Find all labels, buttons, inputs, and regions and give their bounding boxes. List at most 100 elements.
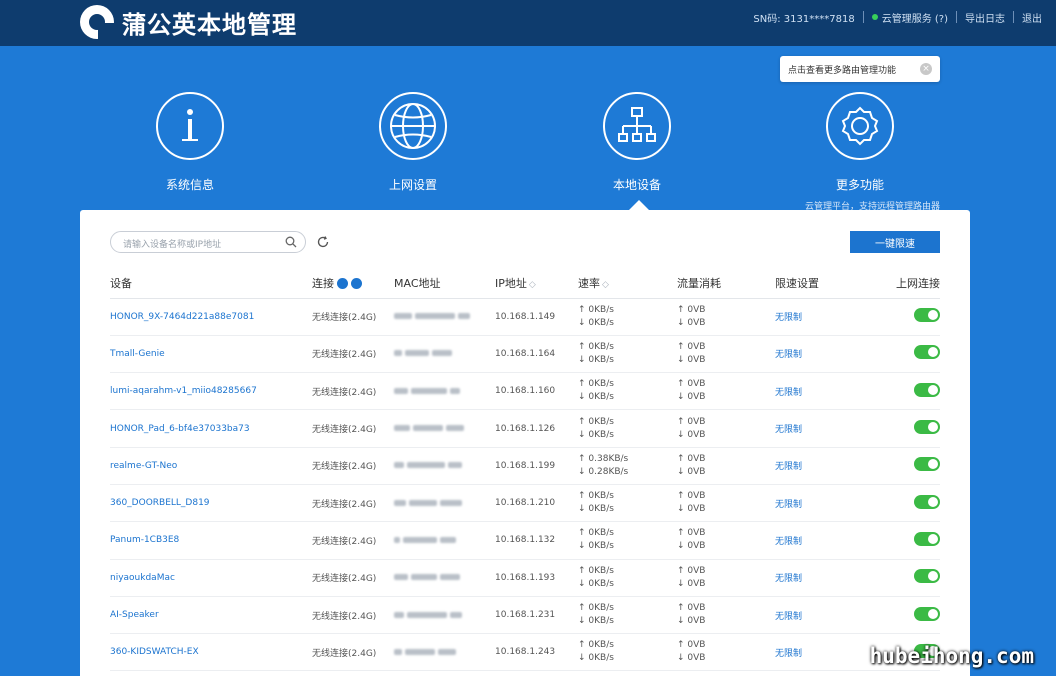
limit-setting-link[interactable]: 无限制 (775, 596, 870, 635)
internet-access-toggle[interactable] (914, 569, 940, 584)
connection-type: 无线连接(2.4G) (312, 409, 394, 448)
device-name-link[interactable]: realme-GT-Neo (110, 447, 312, 485)
traffic-down-value: 0VB (687, 392, 706, 403)
export-log-link[interactable]: 导出日志 (965, 10, 1005, 25)
upload-rate-value: 0KB/s (588, 528, 614, 539)
logout-link[interactable]: 退出 (1022, 10, 1042, 25)
device-name-link[interactable]: Panum-1CB3E8 (110, 521, 312, 560)
limit-setting-link[interactable]: 无限制 (775, 298, 870, 336)
limit-setting-link[interactable]: 无限制 (775, 484, 870, 523)
search-input[interactable] (123, 235, 287, 255)
limit-setting-link[interactable]: 无限制 (775, 409, 870, 448)
limit-setting-link[interactable]: 无限制 (775, 335, 870, 374)
mac-address-masked (394, 409, 495, 448)
device-name-link[interactable]: lumi-aqarahm-v1_miio48285667 (110, 372, 312, 411)
rate-cell: ↑ 0KB/s ↓ 0KB/s (578, 372, 677, 411)
search-box (110, 231, 306, 255)
col-traffic: 流量消耗 (677, 268, 775, 299)
nav-more-features[interactable]: 更多功能 云管理平台，支持远程管理路由器 (805, 92, 940, 212)
batch-limit-button[interactable]: 一键限速 (850, 231, 940, 253)
internet-access-toggle[interactable] (914, 345, 940, 360)
limit-setting-link[interactable]: 无限制 (775, 559, 870, 597)
device-name-link[interactable]: HONOR_9X-7464d221a88e7081 (110, 298, 312, 336)
online-toggle-cell (870, 372, 940, 411)
limit-setting-link[interactable]: 无限制 (775, 633, 870, 672)
nav-local-devices[interactable]: 本地设备 (582, 92, 692, 193)
search-icon[interactable] (285, 236, 297, 248)
traffic-down-value: 0VB (687, 429, 706, 440)
sort-icon[interactable]: ◇ (529, 280, 536, 290)
download-rate-value: 0KB/s (588, 616, 614, 627)
tooltip-text: 点击查看更多路由管理功能 (788, 65, 897, 76)
traffic-cell: ↑ 0VB ↓ 0VB (677, 484, 775, 523)
upload-rate: ↑ 0KB/s (578, 528, 614, 539)
traffic-up-value: 0VB (687, 453, 706, 464)
rate-cell: ↑ 0KB/s ↓ 0KB/s (578, 335, 677, 374)
nav-internet-settings[interactable]: 上网设置 (358, 92, 468, 193)
ip-address: 10.168.1.210 (495, 484, 578, 523)
wifi-filter-icon[interactable] (337, 278, 348, 290)
limit-setting-link[interactable]: 无限制 (775, 521, 870, 560)
table-row: AI-Speaker 无线连接(2.4G) 10.168.1.231 ↑ 0KB/s ↓… (110, 596, 940, 635)
internet-access-toggle[interactable] (914, 531, 940, 546)
nav-system-info[interactable]: 系统信息 (135, 92, 245, 193)
close-icon[interactable]: × (920, 63, 932, 75)
device-name-link[interactable]: HONOR_Pad_6-bf4e37033ba73 (110, 409, 312, 448)
connection-type: 无线连接(2.4G) (312, 596, 394, 635)
internet-access-toggle[interactable] (914, 308, 940, 323)
device-name-link[interactable]: 360_DOORBELL_D819 (110, 484, 312, 523)
upload-rate-value: 0KB/s (588, 603, 614, 614)
upload-rate: ↑ 0KB/s (578, 640, 614, 651)
internet-access-toggle[interactable] (914, 494, 940, 509)
device-name-link[interactable]: AI-Speaker (110, 596, 312, 635)
internet-access-toggle[interactable] (914, 420, 940, 435)
traffic-down-value: 0VB (687, 541, 706, 552)
traffic-down-value: 0VB (687, 466, 706, 477)
internet-access-toggle[interactable] (914, 606, 940, 621)
traffic-up-value: 0VB (687, 304, 706, 315)
col-rate[interactable]: 速率 ◇ (578, 268, 677, 299)
internet-access-toggle[interactable] (914, 457, 940, 472)
traffic-down: ↓ 0VB (677, 653, 706, 664)
traffic-up: ↑ 0VB (677, 491, 706, 502)
rate-cell: ↑ 0KB/s ↓ 0KB/s (578, 484, 677, 523)
col-ip[interactable]: IP地址 ◇ (495, 268, 578, 299)
traffic-up-value: 0VB (687, 341, 706, 352)
rate-cell: ↑ 0KB/s ↓ 0KB/s (578, 298, 677, 336)
ip-address: 10.168.1.199 (495, 447, 578, 485)
upload-rate-value: 0KB/s (588, 491, 614, 502)
rate-cell: ↑ 0KB/s ↓ 0KB/s (578, 596, 677, 635)
network-tree-icon (603, 92, 671, 160)
limit-setting-link[interactable]: 无限制 (775, 372, 870, 411)
download-rate: ↓ 0KB/s (578, 578, 614, 589)
table-header-row: 设备 连接 MAC地址 IP地址 ◇ 速率 ◇ 流量消耗 限速设置 上网连接 (110, 268, 940, 299)
traffic-cell: ↑ 0VB ↓ 0VB (677, 596, 775, 635)
active-nav-caret (629, 200, 649, 210)
traffic-down: ↓ 0VB (677, 466, 706, 477)
cloud-service-link[interactable]: 云管理服务 (?) (882, 10, 948, 25)
connection-type: 无线连接(2.4G) (312, 521, 394, 560)
mac-address-masked (394, 335, 495, 374)
divider (1013, 11, 1014, 23)
refresh-icon[interactable] (316, 235, 330, 249)
device-name-link[interactable]: 360-KIDSWATCH-EX (110, 633, 312, 672)
upload-rate: ↑ 0.38KB/s (578, 453, 629, 464)
limit-setting-link[interactable]: 无限制 (775, 447, 870, 485)
lan-filter-icon[interactable] (351, 278, 362, 290)
device-name-link[interactable]: Tmall-Genie (110, 335, 312, 374)
traffic-up: ↑ 0VB (677, 416, 706, 427)
sort-icon[interactable]: ◇ (602, 280, 609, 290)
traffic-up: ↑ 0VB (677, 453, 706, 464)
internet-access-toggle[interactable] (914, 382, 940, 397)
table-row: realme-GT-Neo 无线连接(2.4G) 10.168.1.199 ↑ 0.3… (110, 447, 940, 485)
nav-label: 上网设置 (388, 178, 437, 192)
download-rate: ↓ 0KB/s (578, 541, 614, 552)
col-connection[interactable]: 连接 (312, 268, 394, 299)
online-toggle-cell (870, 596, 940, 635)
top-bar: 蒲公英本地管理 SN码: 3131****7818 云管理服务 (?) 导出日志… (0, 0, 1056, 46)
device-name-link[interactable]: niyaoukdaMac (110, 559, 312, 597)
download-rate-value: 0KB/s (588, 354, 614, 365)
traffic-down-value: 0VB (687, 616, 706, 627)
table-row: lumi-aqarahm-v1_miio48285667 无线连接(2.4G) 10… (110, 372, 940, 411)
table-row: 360-KIDSWATCH-EX 无线连接(2.4G) 10.168.1.243 ↑ … (110, 633, 940, 672)
